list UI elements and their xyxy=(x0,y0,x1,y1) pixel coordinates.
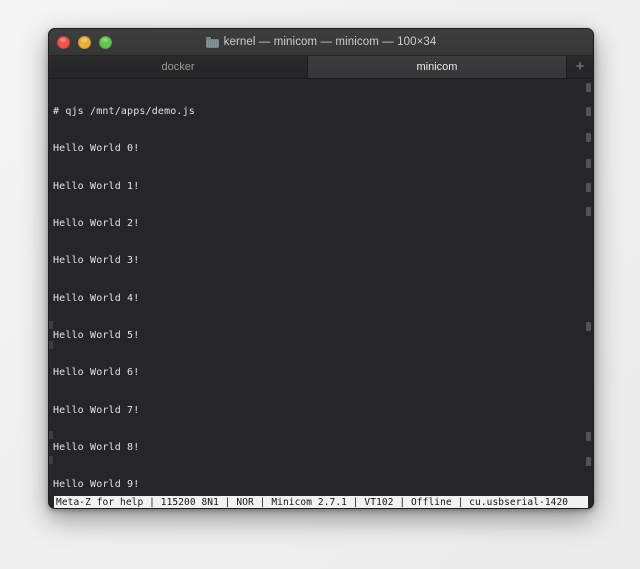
maximize-button[interactable] xyxy=(99,35,112,49)
status-bar-container: Meta-Z for help | 115200 8N1 | NOR | Min… xyxy=(49,493,593,508)
terminal-line: # qjs /mnt/apps/demo.js xyxy=(53,105,195,117)
minicom-status-bar: Meta-Z for help | 115200 8N1 | NOR | Min… xyxy=(54,496,588,508)
terminal-line: Hello World 5! xyxy=(53,329,140,341)
terminal-line: Hello World 1! xyxy=(53,180,140,192)
terminal-line: Hello World 9! xyxy=(53,479,140,491)
minimize-button[interactable] xyxy=(78,35,91,49)
tab-docker[interactable]: docker xyxy=(49,56,308,78)
desktop-background: kernel — minicom — minicom — 100×34 dock… xyxy=(0,0,640,569)
tab-minicom-label: minicom xyxy=(416,61,458,73)
terminal-line: Hello World 6! xyxy=(53,367,140,379)
close-button[interactable] xyxy=(57,35,70,49)
window-title: kernel — minicom — minicom — 100×34 xyxy=(223,36,437,48)
terminal-output-area[interactable]: # qjs /mnt/apps/demo.js Hello World 0! H… xyxy=(49,79,593,493)
terminal-line: Hello World 7! xyxy=(53,404,140,416)
window-controls xyxy=(57,29,112,55)
terminal-line: Hello World 0! xyxy=(53,143,140,155)
window-titlebar[interactable]: kernel — minicom — minicom — 100×34 xyxy=(49,29,593,56)
window-title-group: kernel — minicom — minicom — 100×34 xyxy=(49,36,593,48)
terminal-line: Hello World 2! xyxy=(53,217,140,229)
tab-docker-label: docker xyxy=(161,61,195,73)
tab-bar: docker minicom + xyxy=(49,56,593,79)
new-tab-button[interactable]: + xyxy=(567,56,593,78)
terminal-line: Hello World 3! xyxy=(53,255,140,267)
terminal-window: kernel — minicom — minicom — 100×34 dock… xyxy=(48,28,594,509)
folder-icon xyxy=(205,36,219,48)
terminal-lines: # qjs /mnt/apps/demo.js Hello World 0! H… xyxy=(53,81,593,493)
terminal-line: Hello World 8! xyxy=(53,442,140,453)
plus-icon: + xyxy=(575,58,585,75)
terminal-line: Hello World 4! xyxy=(53,292,140,304)
tab-minicom[interactable]: minicom xyxy=(308,56,567,78)
